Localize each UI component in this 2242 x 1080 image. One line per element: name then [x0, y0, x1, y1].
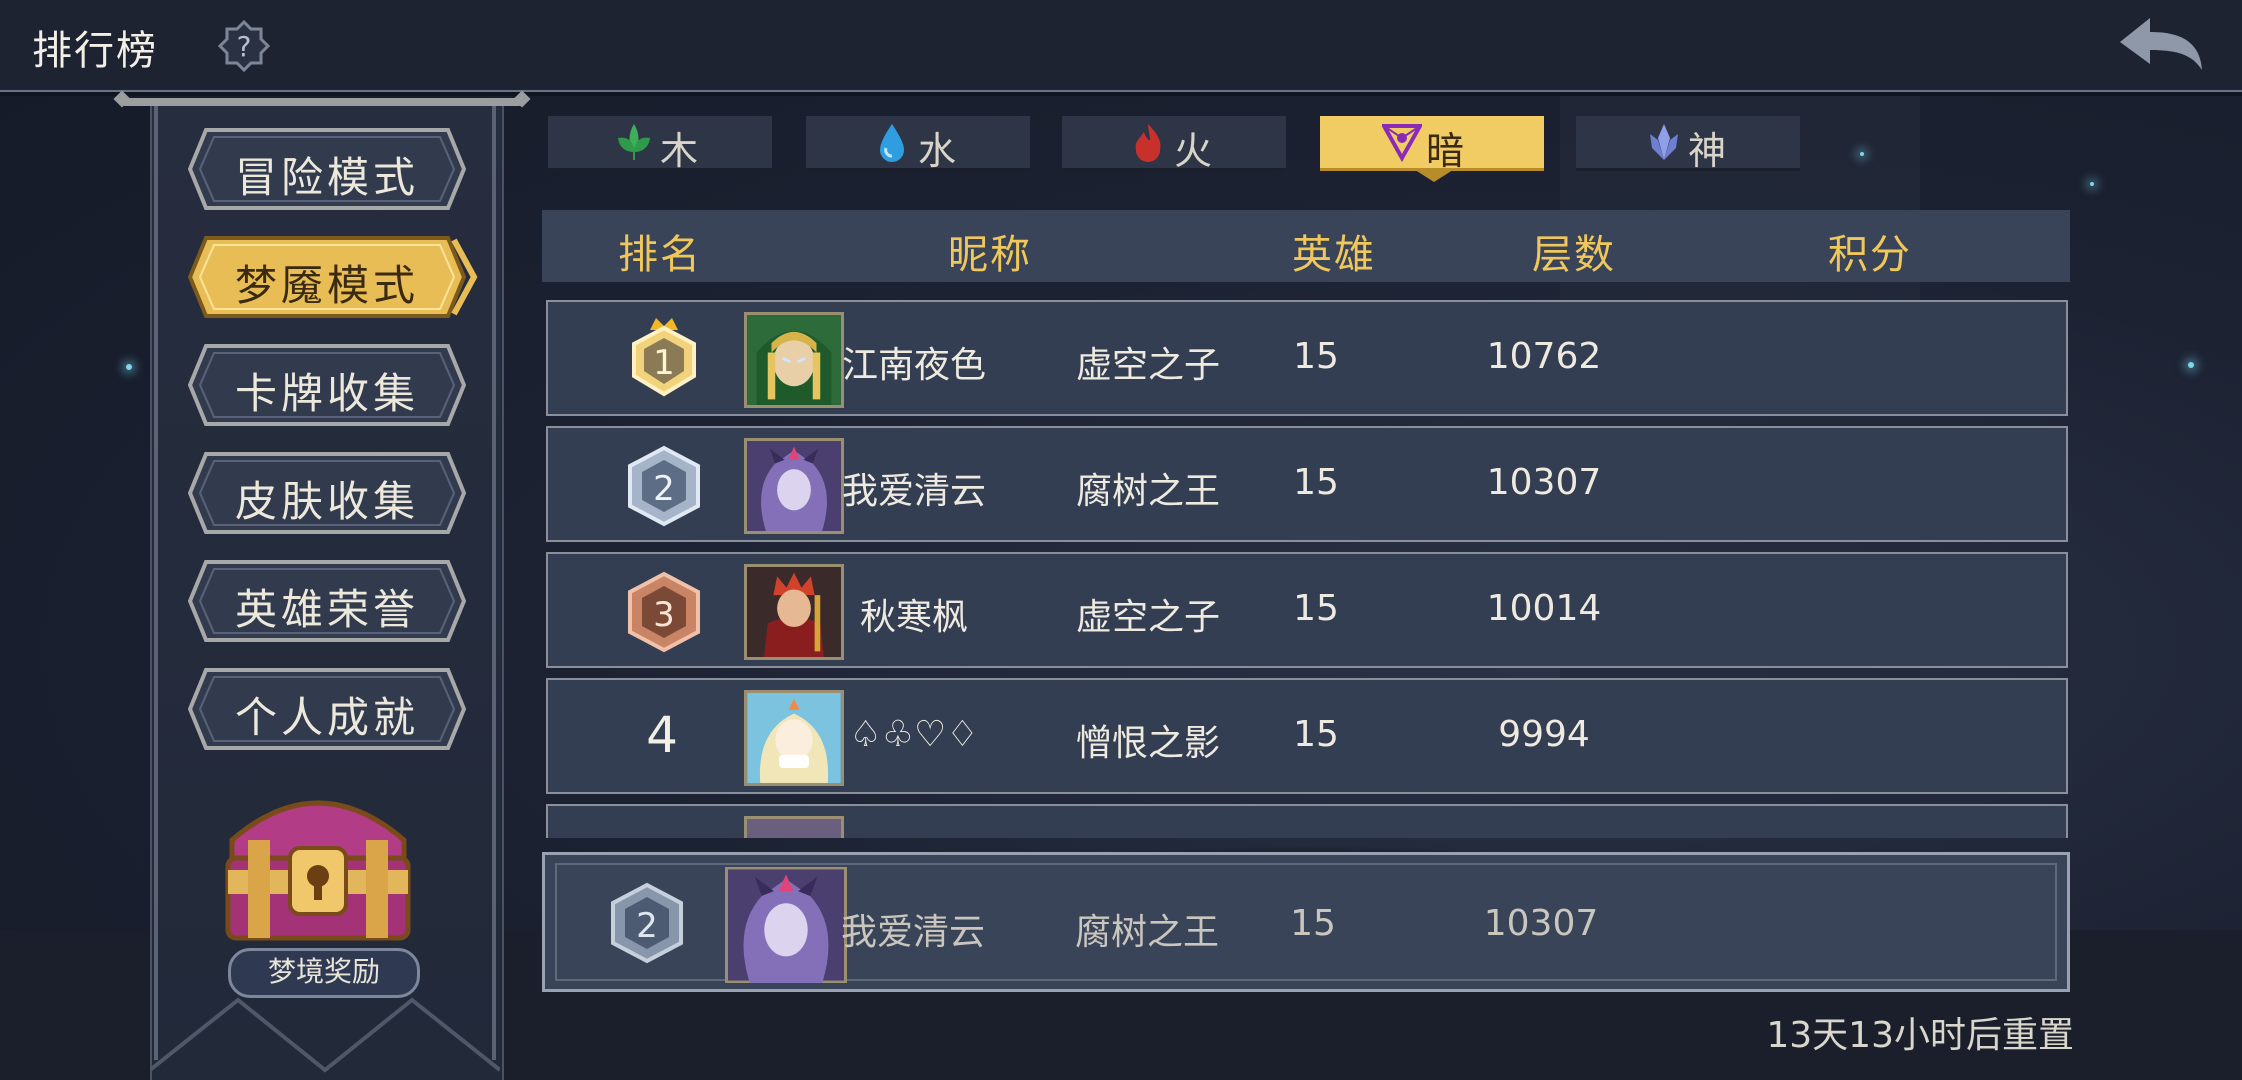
mode-button-skin-collection[interactable]: 皮肤收集 [188, 452, 466, 534]
page-title: 排行榜 [32, 28, 158, 74]
bronze-badge-icon: 3 [628, 571, 700, 653]
treasure-chest-icon[interactable] [218, 770, 418, 950]
row-floors: 15 [1293, 462, 1339, 503]
mode-label: 卡牌收集 [234, 369, 419, 418]
mode-label: 冒险模式 [234, 153, 419, 202]
star-decor [2188, 362, 2194, 368]
svg-text:2: 2 [636, 906, 658, 946]
table-row[interactable]: 4 ♤♧♡♢ 憎恨之影 15 9994 [546, 678, 2068, 794]
header-floors: 层数 [1532, 232, 1616, 278]
header-score: 积分 [1828, 232, 1912, 278]
active-tab-pointer [1412, 168, 1456, 182]
table-row[interactable] [546, 804, 2068, 838]
table-row[interactable]: 3 秋寒枫 虚空之子 15 10014 [546, 552, 2068, 668]
star-decor [1860, 152, 1864, 156]
my-floors: 15 [1290, 903, 1336, 944]
mode-button-nightmare[interactable]: 梦魇模式 [188, 236, 484, 318]
header-hero: 英雄 [1292, 232, 1376, 278]
tab-fire[interactable]: 火 [1062, 116, 1286, 173]
water-drop-icon [880, 124, 904, 162]
mode-label: 个人成就 [234, 693, 419, 742]
tab-label: 火 [1174, 129, 1213, 173]
row-score: 9994 [1498, 714, 1590, 755]
row-floors: 15 [1293, 336, 1339, 377]
my-score: 10307 [1483, 903, 1599, 944]
tab-label: 暗 [1426, 129, 1465, 173]
tab-dark[interactable]: 暗 [1320, 116, 1544, 173]
silver-badge-icon: 2 [628, 445, 700, 527]
header-nickname: 昵称 [948, 232, 1032, 278]
tab-label: 神 [1688, 129, 1727, 173]
star-decor [126, 364, 132, 370]
ranking-list[interactable]: 1 江南夜色 虚空之子 15 10762 2 我爱清云 腐树之王 15 1030… [542, 298, 2070, 838]
row-floors: 15 [1293, 588, 1339, 629]
reward-label[interactable]: 梦境奖励 [228, 948, 420, 998]
mode-button-hero-honor[interactable]: 英雄荣誉 [188, 560, 466, 642]
svg-text:1: 1 [653, 343, 675, 383]
banner-rod [122, 98, 522, 106]
mode-label: 英雄荣誉 [234, 585, 419, 634]
tab-water[interactable]: 水 [806, 116, 1030, 173]
tab-label: 木 [660, 129, 699, 173]
svg-text:2: 2 [653, 469, 675, 509]
leaf-icon [618, 124, 650, 160]
mode-button-adventure[interactable]: 冒险模式 [188, 128, 466, 210]
tab-divine[interactable]: 神 [1576, 116, 1800, 173]
hero-avatar [744, 816, 844, 838]
header-rank: 排名 [618, 232, 702, 278]
top-bar: 排行榜 ? [0, 0, 2242, 92]
banner-bottom-decor [150, 997, 500, 1073]
flame-icon [1135, 124, 1161, 162]
star-decor [2090, 182, 2094, 186]
table-row[interactable]: 2 我爱清云 腐树之王 15 10307 [546, 426, 2068, 542]
mode-label: 皮肤收集 [234, 477, 419, 526]
tab-wood[interactable]: 木 [548, 116, 772, 173]
table-row[interactable]: 1 江南夜色 虚空之子 15 10762 [546, 300, 2068, 416]
back-arrow-icon[interactable] [2116, 14, 2206, 74]
gold-crown-badge-icon: 1 [632, 318, 696, 397]
top-bar-shadow [0, 92, 2242, 96]
banner-edge [492, 100, 496, 1060]
svg-text:?: ? [237, 30, 252, 63]
row-score: 10014 [1486, 588, 1602, 629]
banner-edge [154, 100, 158, 1060]
mode-button-achievements[interactable]: 个人成就 [188, 668, 466, 750]
row-rank: 4 [646, 706, 678, 764]
reset-countdown: 13天13小时后重置 [1766, 1015, 2074, 1056]
tab-label: 水 [918, 129, 957, 173]
row-score: 10307 [1486, 462, 1602, 503]
dark-triangle-icon [1382, 124, 1422, 162]
row-score: 10762 [1486, 336, 1602, 377]
row-floors: 15 [1293, 714, 1339, 755]
question-gear-icon[interactable]: ? [218, 20, 270, 72]
mode-button-card-collection[interactable]: 卡牌收集 [188, 344, 466, 426]
divine-crystal-icon [1650, 124, 1678, 160]
my-rank-row: 2 我爱清云 腐树之王 15 10307 [542, 852, 2070, 992]
ranking-table-header: 排名 昵称 英雄 层数 积分 [542, 210, 2070, 282]
mode-label: 梦魇模式 [234, 261, 419, 310]
silver-badge-icon: 2 [611, 882, 683, 964]
svg-text:3: 3 [653, 595, 675, 635]
